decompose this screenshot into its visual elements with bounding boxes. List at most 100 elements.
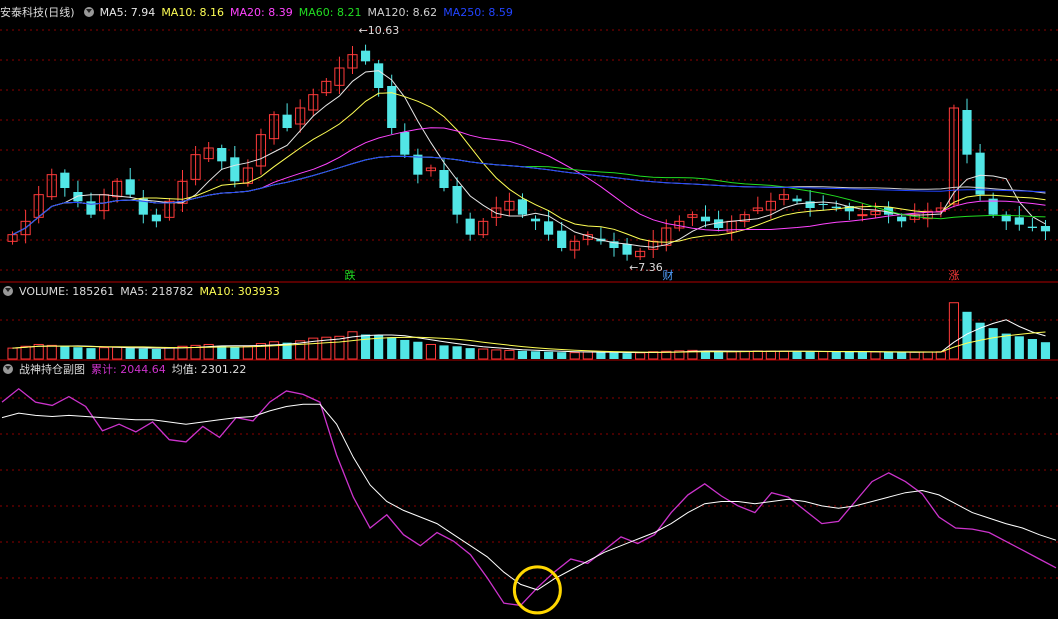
candle-body[interactable] <box>897 216 907 222</box>
candle-body[interactable] <box>151 214 161 222</box>
volume-bar[interactable] <box>883 352 894 359</box>
volume-bar[interactable] <box>86 348 96 359</box>
volume-bar[interactable] <box>60 346 70 359</box>
volume-bar[interactable] <box>151 349 161 359</box>
sub-indicator-panel[interactable] <box>1 387 1057 615</box>
volume-bar[interactable] <box>98 347 110 360</box>
candle-body[interactable] <box>557 230 567 248</box>
candle-body[interactable] <box>282 114 292 128</box>
volume-bar[interactable] <box>922 351 933 360</box>
volume-bar[interactable] <box>530 351 541 359</box>
candle-body[interactable] <box>413 154 423 175</box>
volume-bar[interactable] <box>439 345 449 359</box>
candle-body[interactable] <box>73 192 83 202</box>
candle-body[interactable] <box>465 218 475 235</box>
volume-bar[interactable] <box>517 350 528 359</box>
volume-bar[interactable] <box>387 337 397 359</box>
volume-bar[interactable] <box>765 350 776 360</box>
candle-body[interactable] <box>700 216 711 222</box>
candle-body[interactable] <box>230 157 240 182</box>
candle-body[interactable] <box>125 179 135 195</box>
volume-bar[interactable] <box>360 334 371 359</box>
volume-bar[interactable] <box>7 347 18 360</box>
volume-bar[interactable] <box>962 311 972 359</box>
candle-body[interactable] <box>60 172 70 188</box>
volume-bar[interactable] <box>988 328 998 359</box>
volume-bar[interactable] <box>242 345 253 360</box>
volume-bar[interactable] <box>897 352 907 359</box>
volume-bar[interactable] <box>909 351 920 360</box>
volume-bar[interactable] <box>582 351 593 360</box>
price-panel[interactable]: ←10.63 ←7.36 跌 财 涨 <box>7 24 1051 282</box>
volume-panel[interactable] <box>7 302 1051 360</box>
candle-body[interactable] <box>962 110 972 155</box>
candle-body[interactable] <box>400 132 410 155</box>
volume-bar[interactable] <box>726 351 737 360</box>
candle-body[interactable] <box>544 221 554 235</box>
volume-bar[interactable] <box>739 350 750 360</box>
volume-bar[interactable] <box>857 352 867 359</box>
volume-bar[interactable] <box>465 348 475 359</box>
candle-body[interactable] <box>217 148 227 162</box>
volume-bar[interactable] <box>1027 339 1037 359</box>
volume-bar[interactable] <box>164 347 175 360</box>
candle-body[interactable] <box>439 170 449 188</box>
candle-body[interactable] <box>530 218 541 222</box>
volume-bar[interactable] <box>609 352 619 359</box>
candle-body[interactable] <box>517 199 528 215</box>
candle-body[interactable] <box>857 214 868 217</box>
volume-bar[interactable] <box>596 352 606 359</box>
candle-body[interactable] <box>831 206 841 208</box>
volume-bar[interactable] <box>569 352 580 360</box>
volume-bar[interactable] <box>504 349 515 360</box>
volume-bar[interactable] <box>752 350 763 360</box>
volume-bar[interactable] <box>714 351 724 359</box>
candle-body[interactable] <box>360 50 371 62</box>
volume-bar[interactable] <box>138 348 148 359</box>
event-marker[interactable]: 涨 <box>949 269 960 282</box>
volume-bar[interactable] <box>230 347 240 359</box>
volume-bar[interactable] <box>400 339 410 359</box>
volume-bar[interactable] <box>1040 342 1051 359</box>
volume-bar[interactable] <box>125 348 135 359</box>
volume-bar[interactable] <box>831 351 841 359</box>
volume-bar[interactable] <box>452 346 462 359</box>
volume-bar[interactable] <box>622 353 632 359</box>
volume-bar[interactable] <box>544 351 554 359</box>
volume-bar[interactable] <box>948 302 960 360</box>
volume-bar[interactable] <box>778 350 790 360</box>
candle-body[interactable] <box>1027 226 1037 228</box>
volume-bar[interactable] <box>805 351 815 359</box>
volume-bar[interactable] <box>112 346 123 360</box>
candle-body[interactable] <box>1014 217 1024 225</box>
volume-bar[interactable] <box>844 351 854 359</box>
event-marker[interactable]: 财 <box>663 268 674 282</box>
volume-bar[interactable] <box>1001 333 1011 359</box>
candle-body[interactable] <box>818 204 828 205</box>
candle-body[interactable] <box>452 186 462 215</box>
volume-bar[interactable] <box>935 351 946 360</box>
volume-bar[interactable] <box>73 347 83 359</box>
volume-bar[interactable] <box>413 341 423 359</box>
volume-bar[interactable] <box>425 343 437 360</box>
volume-bar[interactable] <box>635 352 646 360</box>
collapse-icon[interactable] <box>3 364 13 374</box>
volume-bar[interactable] <box>1014 336 1024 359</box>
candle-body[interactable] <box>1040 226 1051 232</box>
volume-bar[interactable] <box>46 344 57 360</box>
collapse-icon[interactable] <box>83 7 94 17</box>
volume-bar[interactable] <box>792 351 802 359</box>
candle-body[interactable] <box>374 63 384 88</box>
candle-body[interactable] <box>792 198 802 202</box>
volume-bar[interactable] <box>870 351 881 360</box>
volume-bar[interactable] <box>818 351 829 360</box>
volume-bar[interactable] <box>478 348 489 360</box>
volume-bar[interactable] <box>20 345 31 360</box>
candle-body[interactable] <box>622 244 632 255</box>
volume-bar[interactable] <box>557 352 567 359</box>
collapse-icon[interactable] <box>3 286 13 296</box>
volume-bar[interactable] <box>491 349 502 360</box>
event-marker[interactable]: 跌 <box>345 268 356 282</box>
volume-bar[interactable] <box>347 331 358 360</box>
volume-bar[interactable] <box>217 345 227 359</box>
